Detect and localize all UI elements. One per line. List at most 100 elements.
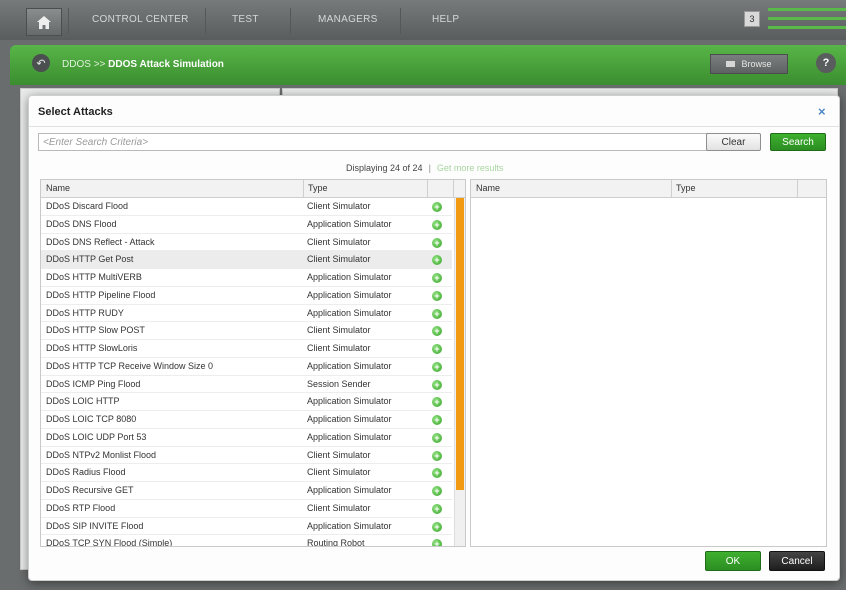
table-row[interactable]: DDoS HTTP Pipeline Flood Application Simu…: [41, 287, 452, 305]
table-row[interactable]: DDoS HTTP Get Post Client Simulator +: [41, 251, 452, 269]
add-circle-icon[interactable]: +: [432, 521, 442, 532]
column-header-type[interactable]: Type: [671, 180, 797, 197]
table-row[interactable]: DDoS HTTP SlowLoris Client Simulator +: [41, 340, 452, 358]
column-header-type[interactable]: Type: [303, 180, 427, 197]
home-icon: [37, 15, 51, 29]
column-divider: [797, 180, 798, 197]
add-circle-icon[interactable]: +: [432, 290, 442, 301]
search-button[interactable]: Search: [770, 133, 826, 151]
breadcrumb-bar: ↶ DDOS >> DDOS Attack Simulation Browse …: [10, 45, 846, 85]
attack-name: DDoS HTTP SlowLoris: [46, 343, 138, 353]
add-circle-icon[interactable]: +: [432, 237, 442, 248]
search-input[interactable]: [38, 133, 708, 151]
attack-type: Client Simulator: [307, 325, 371, 336]
breadcrumb-parent[interactable]: DDOS: [62, 59, 91, 70]
nav-help[interactable]: HELP: [432, 14, 459, 25]
add-circle-icon[interactable]: +: [432, 450, 442, 461]
table-row[interactable]: DDoS HTTP MultiVERB Application Simulator…: [41, 269, 452, 287]
attack-type: Application Simulator: [307, 396, 392, 407]
column-divider: [427, 180, 428, 197]
attack-name: DDoS Discard Flood: [46, 201, 129, 211]
back-button[interactable]: ↶: [32, 54, 50, 72]
table-row[interactable]: DDoS NTPv2 Monlist Flood Client Simulator…: [41, 447, 452, 465]
add-circle-icon[interactable]: +: [432, 255, 442, 266]
ok-button[interactable]: OK: [705, 551, 761, 571]
attack-name: DDoS DNS Reflect - Attack: [46, 236, 155, 247]
add-circle-icon[interactable]: +: [432, 202, 442, 212]
table-row[interactable]: DDoS LOIC HTTP Application Simulator +: [41, 393, 452, 411]
clear-button[interactable]: Clear: [706, 133, 761, 151]
cancel-button[interactable]: Cancel: [769, 551, 825, 571]
close-icon[interactable]: ×: [818, 104, 826, 119]
table-row[interactable]: DDoS DNS Reflect - Attack Client Simulato…: [41, 234, 452, 252]
add-circle-icon[interactable]: +: [432, 415, 442, 425]
column-header-name[interactable]: Name: [471, 180, 671, 197]
nav-divider: [68, 8, 69, 34]
attack-type: Routing Robot: [307, 538, 365, 547]
add-circle-icon[interactable]: +: [432, 308, 442, 319]
add-circle-icon[interactable]: +: [432, 503, 442, 514]
table-row[interactable]: DDoS LOIC TCP 8080 Application Simulator +: [41, 411, 452, 429]
table-row[interactable]: DDoS HTTP Slow POST Client Simulator +: [41, 322, 452, 340]
add-circle-icon[interactable]: +: [432, 486, 442, 496]
attack-name: DDoS LOIC HTTP: [46, 396, 120, 407]
home-button[interactable]: [26, 8, 62, 36]
table-row[interactable]: DDoS Radius Flood Client Simulator +: [41, 464, 452, 482]
table-row[interactable]: DDoS ICMP Ping Flood Session Sender +: [41, 376, 452, 394]
available-attacks-table: Name Type DDoS Discard Flood Client Simul…: [40, 179, 466, 547]
add-circle-icon[interactable]: +: [432, 273, 442, 283]
notification-badge[interactable]: 3: [744, 11, 760, 27]
table-row[interactable]: DDoS Recursive GET Application Simulator +: [41, 482, 452, 500]
table-row[interactable]: DDoS TCP SYN Flood (Simple) Routing Robot…: [41, 535, 452, 547]
attack-name: DDoS Radius Flood: [46, 467, 126, 478]
attack-name: DDoS LOIC UDP Port 53: [46, 431, 147, 442]
nav-control-center[interactable]: CONTROL CENTER: [92, 14, 189, 25]
attack-name: DDoS NTPv2 Monlist Flood: [46, 449, 157, 460]
back-arrow-icon: ↶: [36, 57, 46, 70]
add-circle-icon[interactable]: +: [432, 468, 442, 479]
breadcrumb-current: DDOS Attack Simulation: [108, 59, 224, 70]
add-circle-icon[interactable]: +: [432, 379, 442, 390]
add-circle-icon[interactable]: +: [432, 361, 442, 372]
add-circle-icon[interactable]: +: [432, 432, 442, 443]
browse-button[interactable]: Browse: [710, 54, 788, 74]
display-count-text: Displaying 24 of 24: [346, 163, 423, 173]
scrollbar-thumb[interactable]: [456, 198, 464, 490]
nav-managers[interactable]: MANAGERS: [318, 14, 378, 25]
attack-name: DDoS HTTP Slow POST: [46, 325, 145, 336]
attack-type: Client Simulator: [307, 254, 371, 265]
add-circle-icon[interactable]: +: [432, 219, 442, 230]
column-header-name[interactable]: Name: [41, 180, 303, 197]
table-scrollbar[interactable]: [454, 198, 465, 546]
table-row[interactable]: DDoS DNS Flood Application Simulator +: [41, 216, 452, 234]
selected-attacks-table: Name Type: [470, 179, 827, 547]
dialog-title: Select Attacks: [38, 106, 113, 118]
table-row[interactable]: DDoS HTTP RUDY Application Simulator +: [41, 305, 452, 323]
attack-type: Application Simulator: [307, 272, 392, 282]
nav-test[interactable]: TEST: [232, 14, 259, 25]
table-row[interactable]: DDoS HTTP TCP Receive Window Size 0 Appli…: [41, 358, 452, 376]
help-button[interactable]: ?: [816, 53, 836, 73]
add-circle-icon[interactable]: +: [432, 326, 442, 337]
table-row[interactable]: DDoS Discard Flood Client Simulator +: [41, 198, 452, 216]
browse-label: Browse: [741, 59, 772, 69]
add-circle-icon[interactable]: +: [432, 344, 442, 354]
table-row[interactable]: DDoS SIP INVITE Flood Application Simulat…: [41, 518, 452, 536]
top-navigation: CONTROL CENTER TEST MANAGERS HELP 3: [0, 0, 846, 40]
attack-type: Application Simulator: [307, 307, 392, 318]
attack-name: DDoS Recursive GET: [46, 485, 134, 495]
attack-name: DDoS HTTP TCP Receive Window Size 0: [46, 360, 214, 371]
attack-type: Application Simulator: [307, 431, 392, 442]
table-row[interactable]: DDoS LOIC UDP Port 53 Application Simulat…: [41, 429, 452, 447]
result-count: Displaying 24 of 24 | Get more results: [346, 163, 504, 173]
get-more-results-link[interactable]: Get more results: [437, 163, 504, 173]
add-circle-icon[interactable]: +: [432, 539, 442, 546]
add-circle-icon[interactable]: +: [432, 397, 442, 408]
attack-name: DDoS HTTP Get Post: [46, 254, 134, 265]
table-row[interactable]: DDoS RTP Flood Client Simulator +: [41, 500, 452, 518]
attack-type: Client Simulator: [307, 343, 371, 353]
breadcrumb-separator: >>: [93, 59, 106, 70]
select-attacks-dialog: Select Attacks × Clear Search Displaying…: [28, 95, 840, 581]
column-divider: [453, 180, 454, 197]
attack-name: DDoS SIP INVITE Flood: [46, 520, 144, 531]
